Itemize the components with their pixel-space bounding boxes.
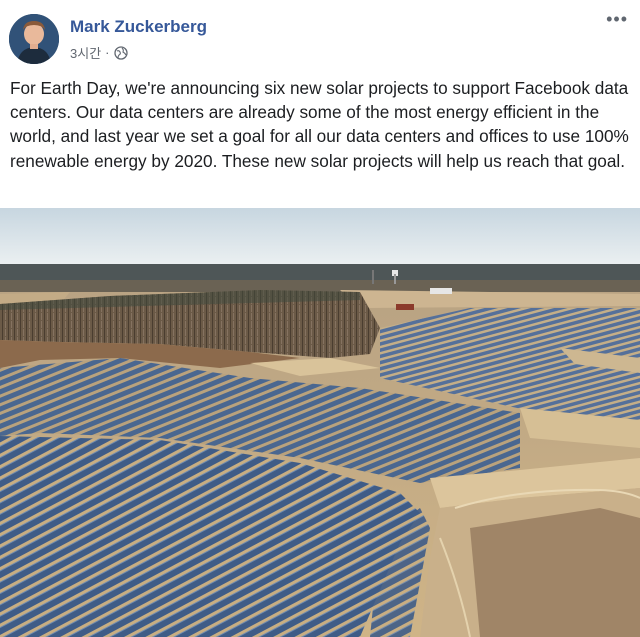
author-avatar[interactable] bbox=[9, 14, 59, 64]
post-timestamp[interactable]: 3시간 bbox=[70, 43, 101, 62]
more-options-icon[interactable]: ••• bbox=[606, 10, 628, 28]
meta-separator: · bbox=[105, 45, 110, 60]
post-photo[interactable] bbox=[0, 208, 640, 637]
post-meta: 3시간 · bbox=[70, 43, 128, 62]
avatar-image bbox=[9, 14, 59, 64]
post-header: Mark Zuckerberg 3시간 · ••• bbox=[0, 0, 640, 70]
solar-farm-aerial-photo bbox=[0, 208, 640, 637]
globe-icon[interactable] bbox=[113, 45, 128, 60]
post-text: For Earth Day, we're announcing six new … bbox=[10, 78, 629, 171]
author-name-link[interactable]: Mark Zuckerberg bbox=[70, 17, 207, 37]
